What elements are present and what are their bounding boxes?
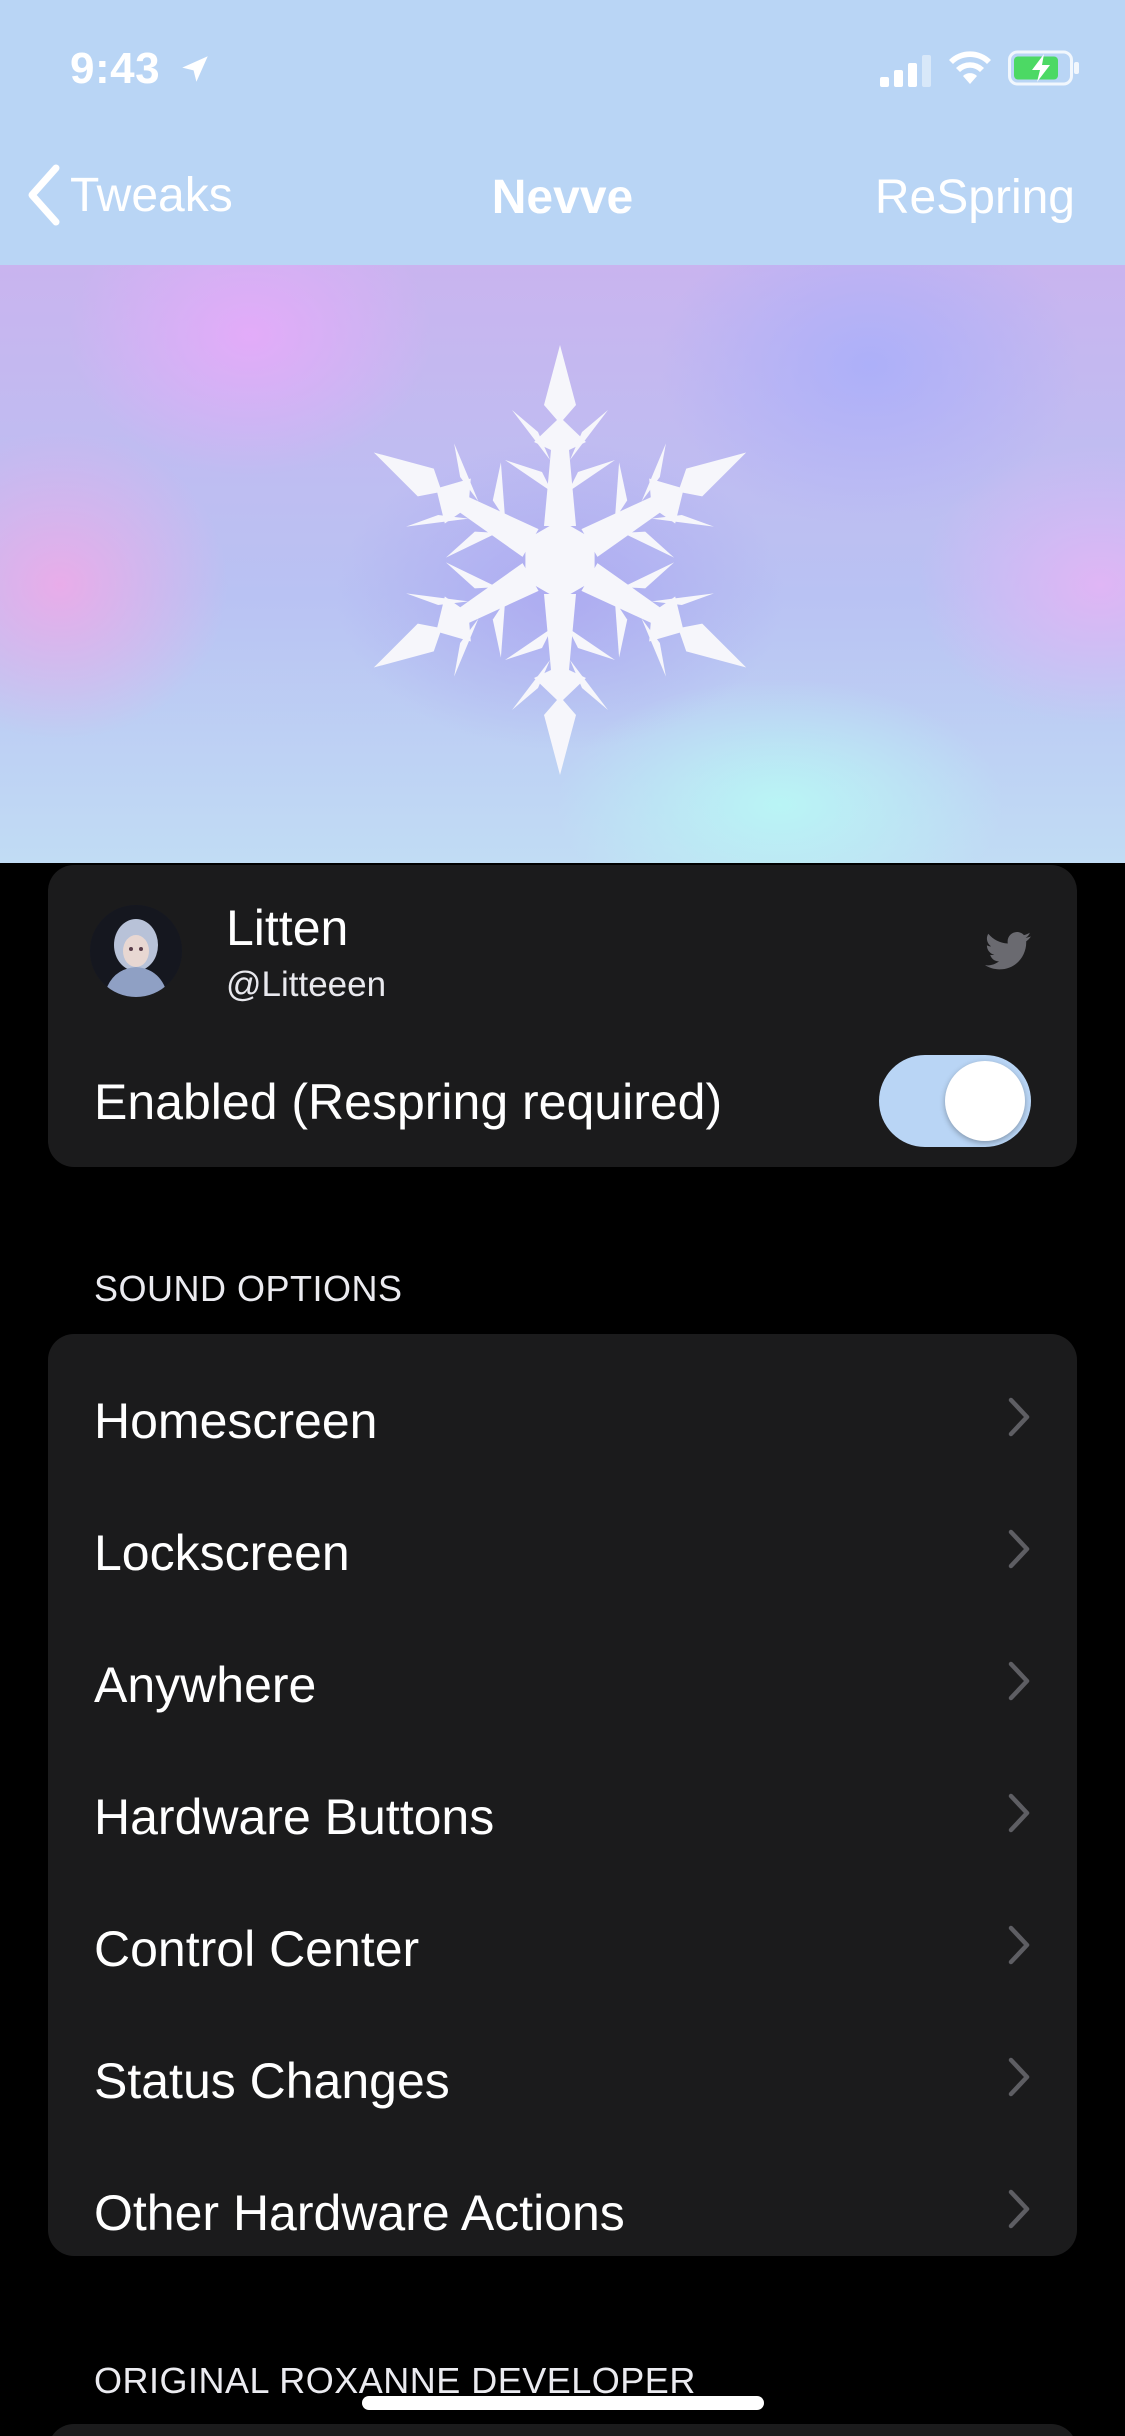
chevron-right-icon xyxy=(1008,2189,1030,2229)
option-row-homescreen[interactable]: Homescreen xyxy=(48,1352,1077,1484)
option-row-status-changes[interactable]: Status Changes xyxy=(48,2012,1077,2144)
chevron-right-icon xyxy=(1008,1661,1030,1701)
option-label: Other Hardware Actions xyxy=(94,2185,625,2241)
option-label: Control Center xyxy=(94,1921,420,1977)
chevron-right-icon xyxy=(1008,2057,1030,2097)
toggle-knob xyxy=(945,1061,1025,1141)
top-bar: 9:43 Tweaks Nevve ReSpring xyxy=(0,0,1125,265)
wifi-icon xyxy=(949,51,991,84)
respring-button[interactable]: ReSpring xyxy=(875,170,1075,225)
option-row-other-hardware-actions[interactable]: Other Hardware Actions xyxy=(48,2144,1077,2276)
twitter-icon[interactable] xyxy=(985,931,1031,971)
option-label: Status Changes xyxy=(94,2053,450,2109)
snowflake-icon xyxy=(360,345,760,775)
option-row-control-center[interactable]: Control Center xyxy=(48,1880,1077,2012)
chevron-right-icon xyxy=(1008,1397,1030,1437)
option-row-anywhere[interactable]: Anywhere xyxy=(48,1616,1077,1748)
header-banner xyxy=(0,265,1125,863)
developer-card xyxy=(48,2424,1077,2436)
status-time: 9:43 xyxy=(70,44,161,93)
avatar[interactable] xyxy=(90,905,182,997)
enabled-toggle[interactable] xyxy=(879,1055,1031,1147)
location-arrow-icon xyxy=(182,56,208,82)
home-indicator[interactable] xyxy=(362,2396,764,2410)
option-label: Anywhere xyxy=(94,1657,317,1713)
settings-page: 9:43 Tweaks Nevve ReSpring Litten @Litte… xyxy=(0,0,1125,2436)
chevron-right-icon xyxy=(1008,1793,1030,1833)
back-button-label: Tweaks xyxy=(70,168,233,222)
option-label: Homescreen xyxy=(94,1393,378,1449)
profile-card: Litten @Litteeen Enabled (Respring requi… xyxy=(48,865,1077,1167)
chevron-right-icon xyxy=(1008,1925,1030,1965)
option-row-hardware-buttons[interactable]: Hardware Buttons xyxy=(48,1748,1077,1880)
option-row-lockscreen[interactable]: Lockscreen xyxy=(48,1484,1077,1616)
option-label: Hardware Buttons xyxy=(94,1789,495,1845)
sound-options-header: SOUND OPTIONS xyxy=(94,1268,403,1309)
chevron-right-icon xyxy=(1008,1529,1030,1569)
profile-handle: @Litteeen xyxy=(226,965,387,1004)
enabled-label: Enabled (Respring required) xyxy=(94,1074,723,1130)
battery-charging-icon xyxy=(1008,50,1079,86)
avatar-image xyxy=(90,905,182,997)
sound-options-list: Homescreen Lockscreen Anywhere Hardware … xyxy=(48,1334,1077,2256)
profile-name: Litten xyxy=(226,900,349,956)
chevron-left-icon xyxy=(28,164,60,226)
option-label: Lockscreen xyxy=(94,1525,350,1581)
back-button[interactable]: Tweaks xyxy=(24,160,233,230)
cellular-signal-icon xyxy=(880,55,931,87)
